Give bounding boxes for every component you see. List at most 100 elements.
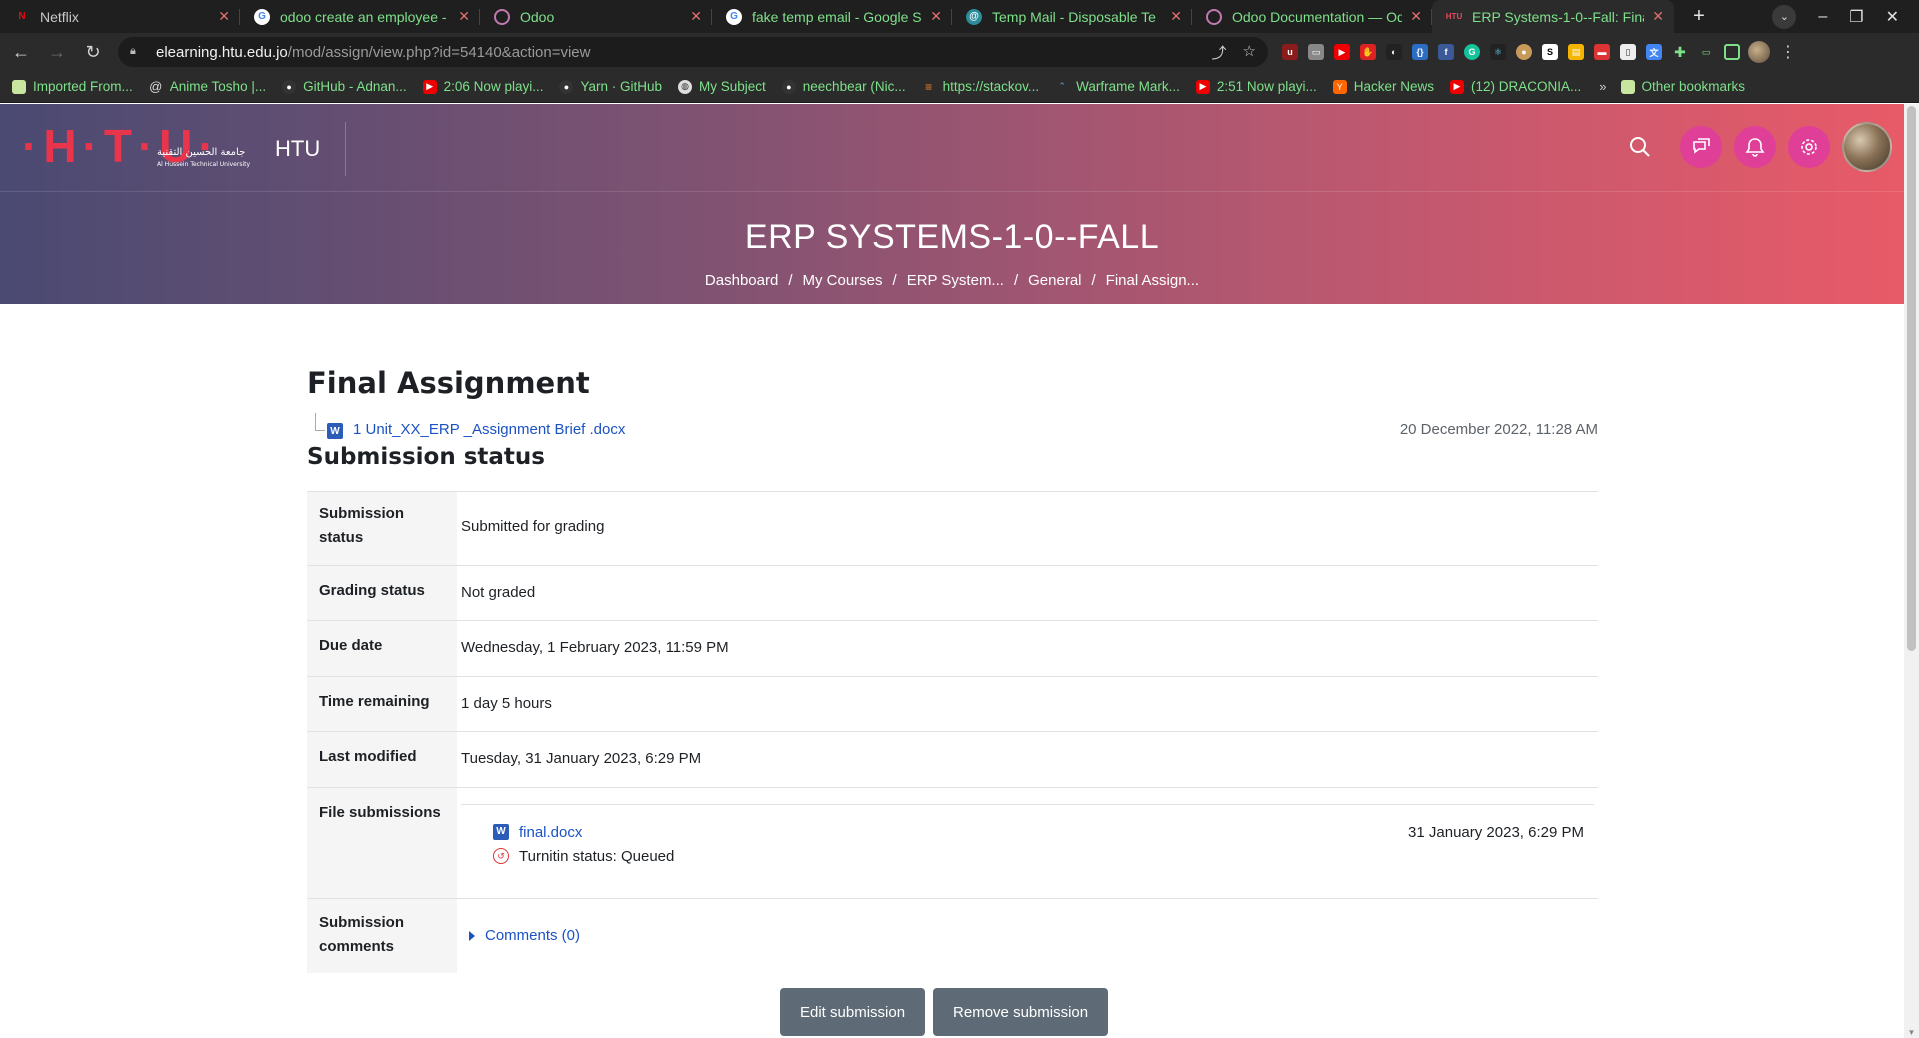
table-row: Last modified Tuesday, 31 January 2023, … [307,731,1598,788]
tab-odoo-docs[interactable]: Odoo Documentation — Od ✕ [1192,0,1432,33]
bookmark-star-icon[interactable]: ☆ [1243,42,1256,63]
reload-icon[interactable]: ↻ [78,37,108,67]
edit-submission-button[interactable]: Edit submission [780,988,926,1036]
cast-icon[interactable]: ▭ [1698,44,1714,60]
bookmark-anime-tosho[interactable]: @ Anime Tosho |... [149,79,266,94]
close-icon[interactable]: ✕ [458,8,470,25]
minimize-icon[interactable]: – [1818,8,1827,26]
back-icon[interactable]: ← [6,37,36,67]
tab-erp-systems[interactable]: HTU ERP Systems-1-0--Fall: Fina ✕ [1432,0,1674,33]
url-path: /mod/assign/view.php?id=54140&action=vie… [287,43,591,61]
htu-logo[interactable]: ·H·T·U· جامعة الحسين التقنية Al Hussein … [22,120,262,176]
bookmark-neechbear[interactable]: ● neechbear (Nic... [781,79,906,94]
bookmark-hacker-news[interactable]: Y Hacker News [1332,79,1434,94]
search-icon[interactable] [1622,129,1658,165]
breadcrumb-item-dashboard[interactable]: Dashboard [705,272,778,289]
breadcrumb-item-course[interactable]: ERP System... [907,272,1004,289]
breadcrumb-separator: / [892,272,897,289]
notifications-bell-icon[interactable] [1734,126,1776,168]
translate-icon[interactable]: 文 [1646,44,1662,60]
folder-extension-icon[interactable]: ▬ [1594,44,1610,60]
tab-tempmail[interactable]: @ Temp Mail - Disposable Te ✕ [952,0,1192,33]
cookie-extension-icon[interactable]: ● [1516,44,1532,60]
tab-google-tempmail[interactable]: G fake temp email - Google S ✕ [712,0,952,33]
tab-title: Odoo [520,8,555,25]
close-window-icon[interactable]: ✕ [1886,7,1899,27]
breadcrumb-item-section[interactable]: General [1028,272,1081,289]
bookmark-github-adnan[interactable]: ● GitHub - Adnan... [282,79,407,94]
grading-status-value: Not graded [461,584,536,601]
assignment-brief-link[interactable]: 1 Unit_XX_ERP _Assignment Brief .docx [353,421,625,438]
due-date-value: Wednesday, 1 February 2023, 11:59 PM [461,639,729,656]
tab-google-odoo[interactable]: G odoo create an employee - ✕ [240,0,480,33]
extensions-bar: u ▭ ▶ ✋ ◐ {} f G ⚛ ● S ▤ ▬ ▯ 文 ✚ ▭ [1282,44,1740,60]
breadcrumb-item-my-courses[interactable]: My Courses [802,272,882,289]
youtube-extension-icon[interactable]: ▶ [1334,44,1350,60]
forward-icon[interactable]: → [42,37,72,67]
comments-link[interactable]: Comments (0) [485,924,580,948]
s-extension-icon[interactable]: S [1542,44,1558,60]
user-avatar[interactable] [1842,122,1892,172]
tree-connector [315,413,325,431]
scrollbar-thumb[interactable] [1907,106,1916,651]
close-icon[interactable]: ✕ [1652,8,1664,25]
submission-status-value: Submitted for grading [461,518,605,535]
profile-avatar[interactable] [1748,41,1770,63]
bookmark-warframe[interactable]: ⌃ Warframe Mark... [1055,79,1180,94]
breadcrumb-item-assignment[interactable]: Final Assign... [1106,272,1199,289]
bookmark-imported[interactable]: Imported From... [12,79,133,94]
close-icon[interactable]: ✕ [930,8,942,25]
share-icon[interactable]: ⤴ [1212,42,1227,63]
scroll-down-icon[interactable]: ▼ [1907,1028,1916,1037]
bookmarks-overflow-button[interactable]: » [1599,79,1606,94]
remove-submission-button[interactable]: Remove submission [933,988,1109,1036]
submitted-file-link[interactable]: final.docx [519,821,582,845]
bookmark-youtube-2[interactable]: ▶ 2:51 Now playi... [1195,79,1317,94]
bookmark-other[interactable]: Other bookmarks [1620,79,1745,94]
adblock-icon[interactable]: ✋ [1360,44,1376,60]
grammarly-icon[interactable]: G [1464,44,1480,60]
react-devtools-icon[interactable]: ⚛ [1490,44,1506,60]
menu-icon[interactable]: ⋮ [1780,42,1796,62]
messages-icon[interactable] [1680,126,1722,168]
tab-title: Netflix [40,8,79,25]
tab-odoo[interactable]: Odoo ✕ [480,0,712,33]
breadcrumb: Dashboard / My Courses / ERP System... /… [0,272,1904,289]
bookmark-youtube-1[interactable]: ▶ 2:06 Now playi... [422,79,544,94]
submission-status-heading: Submission status [307,444,545,470]
ublock-icon[interactable]: u [1282,44,1298,60]
clipboard-extension-icon[interactable]: ▯ [1620,44,1636,60]
json-extension-icon[interactable]: {} [1412,44,1428,60]
maximize-icon[interactable]: ❐ [1849,7,1863,27]
new-tab-button[interactable]: + [1686,4,1712,30]
github-icon: ● [781,79,796,94]
bookmark-youtube-3[interactable]: ▶ (12) DRACONIA... [1450,79,1581,94]
close-icon[interactable]: ✕ [1410,8,1422,25]
folder-icon [12,79,26,94]
facebook-extension-icon[interactable]: f [1438,44,1454,60]
tab-netflix[interactable]: N Netflix ✕ [0,0,240,33]
sidepanel-icon[interactable] [1724,44,1740,60]
dark-extension-icon[interactable]: ◐ [1386,44,1402,60]
table-row: Submission status Submitted for grading [307,491,1598,566]
chat-extension-icon[interactable]: ▭ [1308,44,1324,60]
close-icon[interactable]: ✕ [690,8,702,25]
close-icon[interactable]: ✕ [1170,8,1182,25]
close-icon[interactable]: ✕ [218,8,230,25]
tab-search-icon[interactable]: ⌄ [1772,4,1797,29]
extensions-puzzle-icon[interactable]: ✚ [1672,44,1688,60]
comments-toggle[interactable]: Comments (0) [461,911,1594,948]
odoo-icon [494,8,510,25]
gear-icon[interactable] [1788,126,1830,168]
bookmark-label: 2:06 Now playi... [443,79,544,94]
address-bar[interactable]: 🔒︎ elearning.htu.edu.jo/mod/assign/view.… [118,37,1268,67]
table-row: Submission comments Comments (0) [307,898,1598,973]
site-name[interactable]: HTU [275,136,320,162]
logo-arabic: جامعة الحسين التقنية [157,147,245,158]
bookmark-yarn-github[interactable]: ● Yarn · GitHub [559,79,662,94]
page-scrollbar[interactable]: ▼ [1904,104,1919,1038]
bookmark-stackoverflow[interactable]: ≡ https://stackov... [922,79,1039,94]
caret-right-icon [469,931,475,941]
keep-extension-icon[interactable]: ▤ [1568,44,1584,60]
bookmark-my-subject[interactable]: ◍ My Subject [678,79,766,94]
